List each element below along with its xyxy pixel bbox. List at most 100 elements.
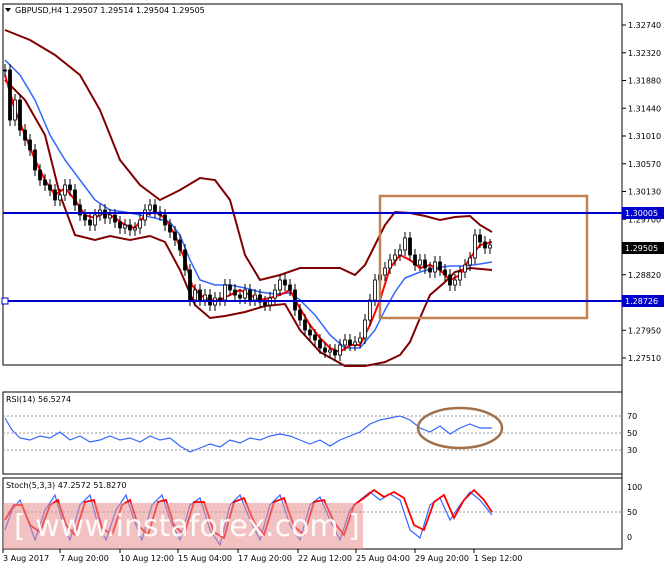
candle-body <box>403 237 407 251</box>
candle-body <box>263 301 267 306</box>
price-axis: 1.32740 1.32320 1.31880 1.31440 1.31010 1.305… <box>622 21 661 363</box>
candle-body <box>93 214 97 226</box>
chart-window: GBPUSD,H4 1.29507 1.29514 1.29504 1.2950… <box>0 0 665 568</box>
price-tick-label: 1.32740 <box>628 21 661 30</box>
candle-body <box>18 99 22 131</box>
main-panel[interactable] <box>2 3 623 366</box>
candle-body <box>368 299 372 321</box>
candle-body <box>418 259 422 266</box>
candle-body <box>43 179 47 186</box>
candle-body <box>478 234 482 243</box>
candle-body <box>8 69 12 121</box>
candle-body <box>358 337 362 343</box>
price-tick-label: 1.28820 <box>628 271 661 280</box>
time-axis-label: 7 Aug 20:00 <box>60 554 109 563</box>
candle-body <box>323 347 327 353</box>
candle-body <box>168 224 172 233</box>
candle-body <box>153 204 157 213</box>
candle-body <box>228 284 232 291</box>
rsi-tick-50: 50 <box>627 429 637 438</box>
candle-body <box>363 319 367 339</box>
candle-body <box>123 224 127 229</box>
price-tick-label: 1.31010 <box>628 132 661 141</box>
time-axis-label: 1 Sep 12:00 <box>474 554 522 563</box>
candle-body <box>328 349 332 353</box>
candle-body <box>133 227 137 231</box>
candle-body <box>198 289 202 301</box>
time-axis-label: 25 Aug 04:00 <box>356 554 410 563</box>
candle-body <box>318 339 322 349</box>
candle-body <box>143 209 147 221</box>
stoch-tick-50: 50 <box>627 508 637 517</box>
candle-body <box>118 221 122 229</box>
candle-body <box>138 219 142 229</box>
rsi-tick-30: 30 <box>627 446 637 455</box>
candle-body <box>438 261 442 271</box>
candle-body <box>223 284 227 301</box>
time-axis-label: 29 Aug 20:00 <box>415 554 469 563</box>
candle-body <box>63 184 67 196</box>
time-axis-label: 15 Aug 04:00 <box>178 554 232 563</box>
candle-body <box>73 189 77 206</box>
chart-canvas[interactable]: GBPUSD,H4 1.29507 1.29514 1.29504 1.2950… <box>0 0 665 568</box>
candle-body <box>308 329 312 336</box>
stoch-tick-0: 0 <box>627 533 632 542</box>
candle-body <box>313 334 317 341</box>
candle-body <box>283 279 287 286</box>
time-axis-label: 3 Aug 2017 <box>3 554 49 563</box>
candle-body <box>483 241 487 249</box>
candle-body <box>148 204 152 211</box>
candle-body <box>398 249 402 256</box>
candle-body <box>203 294 207 301</box>
candle-body <box>13 99 17 121</box>
candle-body <box>108 214 112 219</box>
candle-body <box>243 289 247 299</box>
candle-body <box>238 294 242 299</box>
candle-body <box>163 214 167 226</box>
candle-body <box>393 254 397 261</box>
price-tick-label: 1.30130 <box>628 188 661 197</box>
candle-body <box>188 269 192 301</box>
candle-body <box>253 294 257 301</box>
candle-body <box>338 344 342 356</box>
watermark-text: [ www.instaforex.com ] <box>14 509 360 544</box>
price-tick-label: 1.30570 <box>628 160 661 169</box>
candle-body <box>373 279 377 301</box>
candle-body <box>353 341 357 346</box>
candle-body <box>298 309 302 321</box>
candle-body <box>413 254 417 266</box>
rsi-tick-70: 70 <box>627 412 637 421</box>
candle-body <box>33 149 37 171</box>
candle-body <box>473 234 477 259</box>
candle-body <box>178 239 182 251</box>
candle-body <box>128 224 132 231</box>
candle-body <box>443 269 447 276</box>
candle-body <box>448 274 452 286</box>
candle-body <box>273 289 277 299</box>
candle-body <box>113 214 117 223</box>
candle-body <box>408 237 412 256</box>
candle-body <box>68 184 72 191</box>
price-tick-label: 1.31440 <box>628 104 661 113</box>
candle-body <box>348 339 352 346</box>
candle-body <box>88 219 92 226</box>
candle-body <box>193 289 197 301</box>
level-high-value: 1.30005 <box>625 209 658 218</box>
candle-body <box>23 129 27 141</box>
candle-body <box>488 244 492 249</box>
candle-body <box>233 289 237 296</box>
price-tick-label: 1.27510 <box>628 354 661 363</box>
support-line-handle[interactable] <box>1 297 9 305</box>
candle-body <box>388 259 392 269</box>
candle-body <box>333 349 337 356</box>
stoch-label: Stoch(5,3,3) 47.2572 51.8270 <box>6 481 126 490</box>
candle-body <box>463 264 467 273</box>
time-axis: 3 Aug 2017 7 Aug 20:00 10 Aug 12:00 15 Aug … <box>2 549 522 563</box>
candle-body <box>48 184 52 191</box>
current-price-value: 1.29505 <box>625 244 658 253</box>
price-tick-label: 1.31880 <box>628 77 661 86</box>
candle-body <box>248 289 252 301</box>
candle-body <box>453 279 457 286</box>
price-tick-label: 1.32320 <box>628 49 661 58</box>
candle-body <box>83 214 87 221</box>
